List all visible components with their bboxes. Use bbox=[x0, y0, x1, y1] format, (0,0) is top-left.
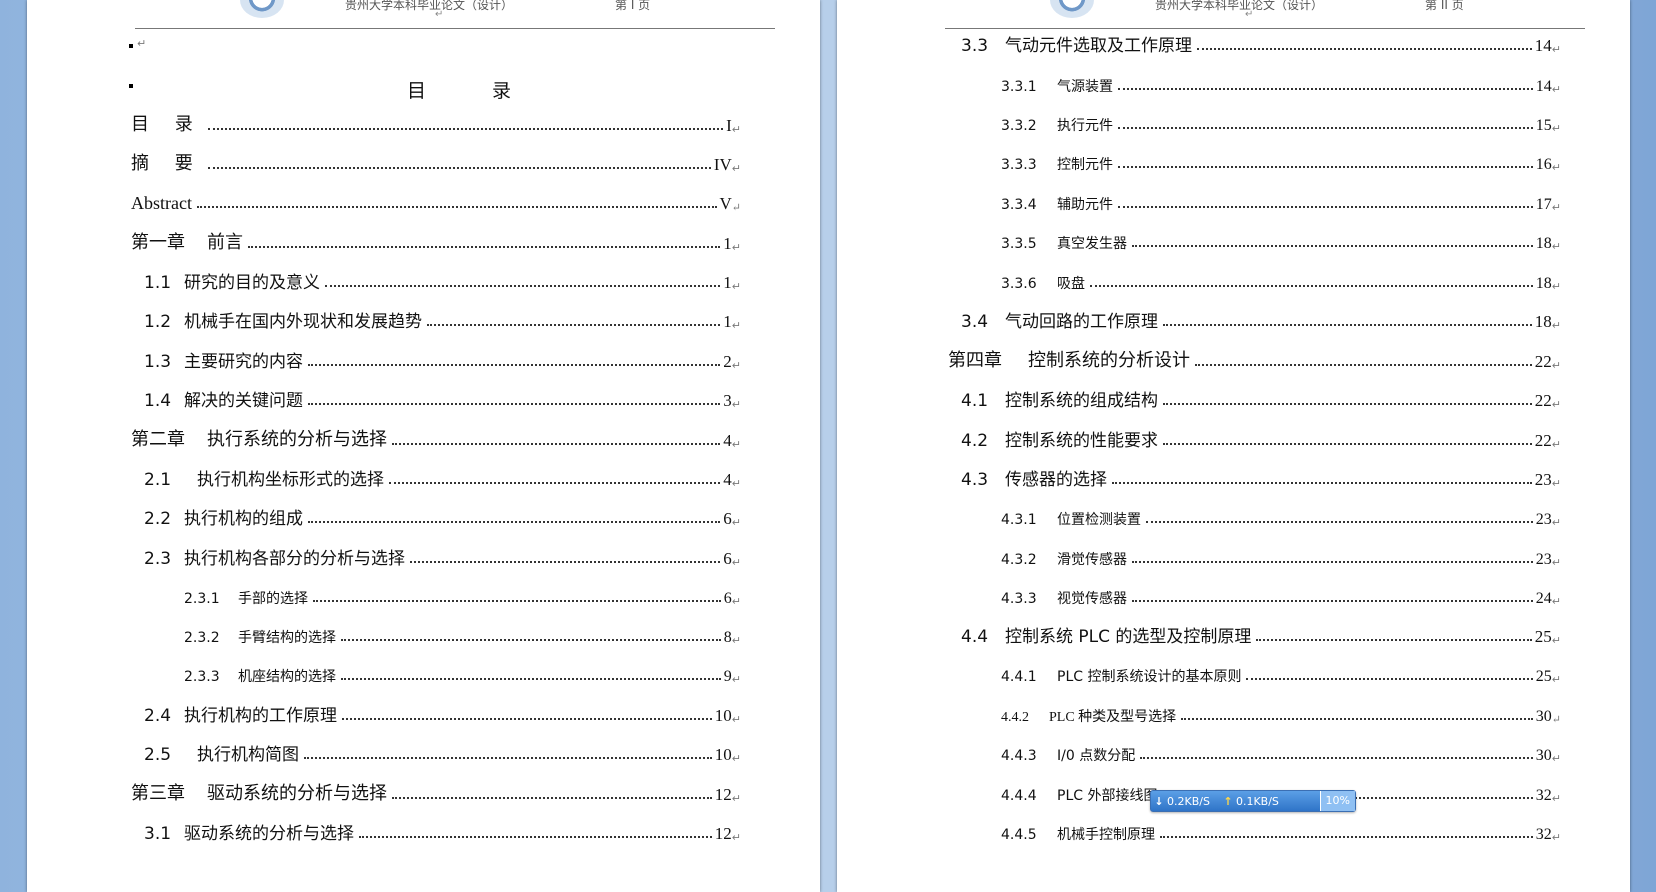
toc-entry[interactable]: 3.3.6 吸盘 18 ↵ bbox=[1001, 269, 1561, 293]
toc-entry[interactable]: 2.2 执行机构的组成 6 ↵ bbox=[144, 505, 741, 529]
toc-entry[interactable]: 3.4 气动回路的工作原理 18 ↵ bbox=[961, 308, 1561, 332]
university-logo bbox=[240, 0, 284, 18]
toc-entry[interactable]: 1.1 研究的目的及意义 1 ↵ bbox=[144, 269, 741, 293]
toc-entry[interactable]: 4.4.5 机械手控制原理 32 ↵ bbox=[1001, 820, 1561, 844]
toc-entry[interactable]: 2.4 执行机构的工作原理 10 ↵ bbox=[144, 702, 741, 726]
network-speed-widget[interactable]: ↓ 0.2KB/S ↑ 0.1KB/S 10% bbox=[1150, 790, 1356, 812]
toc-entry[interactable]: 3.3 气动元件选取及工作原理 14 ↵ bbox=[961, 32, 1561, 56]
header-page-label: 第 I 页 bbox=[615, 0, 651, 12]
header-title: 贵州大学本科毕业论文（设计） bbox=[1155, 0, 1324, 12]
paragraph-mark-icon: ↵ bbox=[1245, 9, 1254, 20]
toc-entry[interactable]: 2.3.3 机座结构的选择 9 ↵ bbox=[184, 662, 741, 686]
page-header: 贵州大学本科毕业论文（设计） 第 II 页 ↵ bbox=[945, 0, 1585, 29]
usage-percent: 10% bbox=[1319, 791, 1355, 811]
toc-entry[interactable]: 第三章 驱动系统的分析与选择 12 ↵ bbox=[131, 781, 741, 805]
toc-entry[interactable]: 4.2 控制系统的性能要求 22 ↵ bbox=[961, 427, 1561, 451]
toc-entry[interactable]: 3.3.3 控制元件 16 ↵ bbox=[1001, 150, 1561, 174]
toc-entry[interactable]: 2.3.1 手部的选择 6 ↵ bbox=[184, 584, 741, 608]
document-page-1: 贵州大学本科毕业论文（设计） 第 I 页 ↵ ↵ 目 录 目 录 I ↵ 摘 要 … bbox=[27, 0, 820, 892]
toc-entry[interactable]: 4.4.1 PLC 控制系统设计的基本原则 25 ↵ bbox=[1001, 662, 1561, 686]
upload-arrow-icon: ↑ bbox=[1223, 794, 1233, 808]
bullet-marker bbox=[129, 44, 133, 48]
toc-entry[interactable]: 3.1 驱动系统的分析与选择 12 ↵ bbox=[144, 820, 741, 844]
upload-speed: 0.1KB/S bbox=[1235, 794, 1279, 808]
toc-entry[interactable]: 4.3.3 视觉传感器 24 ↵ bbox=[1001, 584, 1561, 608]
paragraph-mark-icon: ↵ bbox=[435, 9, 444, 20]
toc-entry[interactable]: 2.3 执行机构各部分的分析与选择 6 ↵ bbox=[144, 545, 741, 569]
toc-entry[interactable]: 4.4 控制系统 PLC 的选型及控制原理 25 ↵ bbox=[961, 623, 1561, 647]
download-arrow-icon: ↓ bbox=[1154, 794, 1164, 808]
toc-entry[interactable]: 第四章 控制系统的分析设计 22 ↵ bbox=[948, 348, 1561, 372]
toc-entry[interactable]: 目 录 I ↵ bbox=[131, 112, 741, 136]
toc-entry[interactable]: 3.3.5 真空发生器 18 ↵ bbox=[1001, 229, 1561, 253]
toc-entry[interactable]: 4.3 传感器的选择 23 ↵ bbox=[961, 466, 1561, 490]
toc-entry[interactable]: 2.3.2 手臂结构的选择 8 ↵ bbox=[184, 623, 741, 647]
toc-entry[interactable]: Abstract V ↵ bbox=[131, 190, 741, 214]
toc-entry[interactable]: 3.3.2 执行元件 15 ↵ bbox=[1001, 111, 1561, 135]
toc-entry[interactable]: 2.1 执行机构坐标形式的选择 4 ↵ bbox=[144, 466, 741, 490]
toc-entry[interactable]: 1.3 主要研究的内容 2 ↵ bbox=[144, 348, 741, 372]
toc-entry[interactable]: 4.4.2 PLC 种类及型号选择 30 ↵ bbox=[1001, 702, 1561, 726]
toc-heading: 目 录 bbox=[407, 80, 542, 102]
toc-entry[interactable]: 2.5 执行机构简图 10 ↵ bbox=[144, 741, 741, 765]
page-header: 贵州大学本科毕业论文（设计） 第 I 页 ↵ bbox=[135, 0, 775, 29]
document-page-2: 贵州大学本科毕业论文（设计） 第 II 页 ↵ 3.3 气动元件选取及工作原理 1… bbox=[837, 0, 1630, 892]
bullet-marker bbox=[129, 84, 133, 88]
university-logo bbox=[1050, 0, 1094, 18]
toc-entry[interactable]: 第二章 执行系统的分析与选择 4 ↵ bbox=[131, 427, 741, 451]
paragraph-mark-icon: ↵ bbox=[137, 37, 147, 50]
toc-entry[interactable]: 4.4.3 I/0 点数分配 30 ↵ bbox=[1001, 741, 1561, 765]
header-page-label: 第 II 页 bbox=[1425, 0, 1464, 12]
toc-entry[interactable]: 摘 要 IV ↵ bbox=[131, 151, 741, 175]
header-title: 贵州大学本科毕业论文（设计） bbox=[345, 0, 514, 12]
download-speed: 0.2KB/S bbox=[1167, 794, 1210, 808]
toc-entry[interactable]: 1.4 解决的关键问题 3 ↵ bbox=[144, 387, 741, 411]
toc-entry[interactable]: 4.1 控制系统的组成结构 22 ↵ bbox=[961, 387, 1561, 411]
toc-entry[interactable]: 3.3.4 辅助元件 17 ↵ bbox=[1001, 190, 1561, 214]
toc-entry[interactable]: 第一章 前言 1 ↵ bbox=[131, 230, 741, 254]
toc-entry[interactable]: 1.2 机械手在国内外现状和发展趋势 1 ↵ bbox=[144, 308, 741, 332]
toc-entry[interactable]: 3.3.1 气源装置 14 ↵ bbox=[1001, 72, 1561, 96]
toc-entry[interactable]: 4.3.2 滑觉传感器 23 ↵ bbox=[1001, 545, 1561, 569]
toc-entry[interactable]: 4.3.1 位置检测装置 23 ↵ bbox=[1001, 505, 1561, 529]
